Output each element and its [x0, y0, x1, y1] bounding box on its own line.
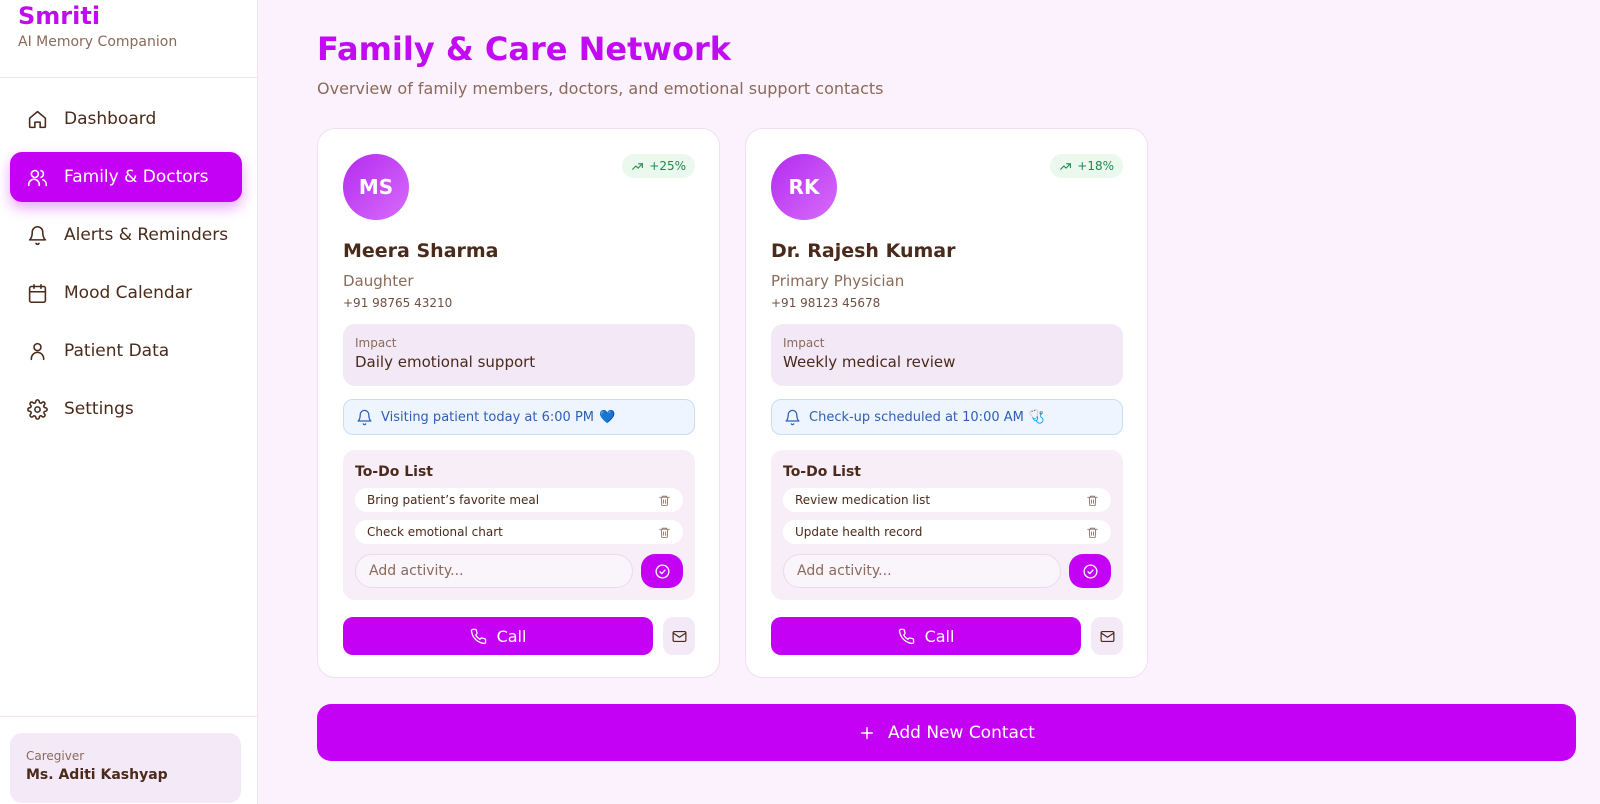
impact-value: Weekly medical review	[783, 353, 956, 371]
sidebar: Smriti AI Memory Companion Dashboard Fam…	[0, 0, 258, 804]
sidebar-item-label: Alerts & Reminders	[64, 225, 229, 245]
call-button[interactable]: Call	[343, 617, 653, 655]
trend-value: +25%	[649, 159, 686, 173]
todo-text: Check emotional chart	[367, 525, 503, 539]
todo-text: Bring patient’s favorite meal	[367, 493, 540, 507]
reminder-notice: Check-up scheduled at 10:00 AM 🩺	[771, 399, 1123, 435]
add-activity-input[interactable]	[355, 554, 633, 588]
sidebar-item-mood-calendar[interactable]: Mood Calendar	[10, 268, 242, 318]
todo-item: Bring patient’s favorite meal	[355, 488, 683, 512]
todo-item: Review medication list	[783, 488, 1111, 512]
todo-item: Check emotional chart	[355, 520, 683, 544]
brand: Smriti AI Memory Companion	[18, 2, 177, 50]
todo-list: To-Do List Review medication list Update…	[771, 450, 1123, 600]
contact-role: Daughter	[343, 272, 414, 290]
brand-subtitle: AI Memory Companion	[18, 34, 178, 50]
stethoscope-emoji: 🩺	[1028, 409, 1046, 425]
phone-icon	[470, 628, 486, 644]
check-circle-icon	[654, 563, 670, 579]
sidebar-item-label: Dashboard	[64, 109, 157, 129]
impact-label: Impact	[355, 336, 397, 350]
check-circle-icon	[1082, 563, 1098, 579]
plus-icon	[861, 726, 874, 739]
sidebar-item-label: Mood Calendar	[64, 283, 193, 303]
divider	[0, 716, 258, 717]
trash-icon[interactable]	[658, 526, 671, 539]
notice-text: Check-up scheduled at 10:00 AM	[809, 409, 1024, 425]
email-button[interactable]	[663, 617, 695, 655]
impact-label: Impact	[783, 336, 825, 350]
mail-icon	[672, 630, 686, 642]
caregiver-name: Ms. Aditi Kashyap	[26, 767, 168, 783]
caregiver-card: Caregiver Ms. Aditi Kashyap	[10, 733, 241, 803]
bell-icon	[357, 409, 372, 425]
user-icon	[26, 340, 48, 362]
add-activity-input[interactable]	[783, 554, 1061, 588]
sidebar-item-label: Settings	[64, 399, 134, 419]
contact-phone: +91 98765 43210	[343, 296, 453, 310]
bell-icon	[26, 224, 48, 246]
impact-box: Impact Daily emotional support	[343, 324, 695, 386]
sidebar-item-dashboard[interactable]: Dashboard	[10, 94, 242, 144]
add-new-contact-label: Add New Contact	[888, 722, 1035, 743]
divider	[0, 77, 258, 78]
contact-role: Primary Physician	[771, 272, 905, 290]
todo-list: To-Do List Bring patient’s favorite meal…	[343, 450, 695, 600]
impact-value: Daily emotional support	[355, 353, 536, 371]
avatar: RK	[771, 154, 837, 220]
contact-card: MS +25% Meera Sharma Daughter +91 98765 …	[317, 128, 720, 678]
sidebar-item-patient-data[interactable]: Patient Data	[10, 326, 242, 376]
sidebar-item-family-doctors[interactable]: Family & Doctors	[10, 152, 242, 202]
trash-icon[interactable]	[1086, 494, 1099, 507]
add-activity-button[interactable]	[641, 554, 683, 588]
contact-phone: +91 98123 45678	[771, 296, 881, 310]
home-icon	[26, 108, 48, 130]
todo-text: Review medication list	[795, 493, 931, 507]
trend-badge: +18%	[1050, 154, 1123, 178]
contact-card: RK +18% Dr. Rajesh Kumar Primary Physici…	[745, 128, 1148, 678]
trend-value: +18%	[1077, 159, 1114, 173]
add-activity-button[interactable]	[1069, 554, 1111, 588]
add-activity-row	[783, 554, 1111, 588]
trending-up-icon	[632, 162, 644, 170]
caregiver-label: Caregiver	[26, 749, 85, 763]
email-button[interactable]	[1091, 617, 1123, 655]
trend-badge: +25%	[622, 154, 695, 178]
notice-text: Visiting patient today at 6:00 PM	[381, 409, 595, 425]
sidebar-nav: Dashboard Family & Doctors Alerts & Remi…	[10, 94, 242, 442]
todo-text: Update health record	[795, 525, 923, 539]
trending-up-icon	[1060, 162, 1072, 170]
call-button[interactable]: Call	[771, 617, 1081, 655]
impact-box: Impact Weekly medical review	[771, 324, 1123, 386]
reminder-notice: Visiting patient today at 6:00 PM 💙	[343, 399, 695, 435]
users-icon	[26, 166, 48, 188]
trash-icon[interactable]	[1086, 526, 1099, 539]
contact-name: Dr. Rajesh Kumar	[771, 240, 956, 262]
call-label: Call	[924, 626, 955, 646]
add-activity-row	[355, 554, 683, 588]
add-new-contact-button[interactable]: Add New Contact	[317, 704, 1576, 761]
trash-icon[interactable]	[658, 494, 671, 507]
sidebar-item-alerts-reminders[interactable]: Alerts & Reminders	[10, 210, 242, 260]
bell-icon	[785, 409, 800, 425]
blue-heart-emoji: 💙	[599, 409, 616, 425]
todo-title: To-Do List	[783, 464, 861, 480]
page-subtitle: Overview of family members, doctors, and…	[317, 79, 884, 98]
page-title: Family & Care Network	[317, 30, 731, 68]
mail-icon	[1100, 630, 1114, 642]
brand-name: Smriti	[18, 2, 101, 30]
todo-item: Update health record	[783, 520, 1111, 544]
contact-name: Meera Sharma	[343, 240, 499, 262]
todo-title: To-Do List	[355, 464, 433, 480]
phone-icon	[898, 628, 914, 644]
calendar-icon	[26, 282, 48, 304]
gear-icon	[26, 398, 48, 420]
avatar: MS	[343, 154, 409, 220]
sidebar-item-settings[interactable]: Settings	[10, 384, 242, 434]
sidebar-item-label: Family & Doctors	[64, 167, 209, 187]
sidebar-item-label: Patient Data	[64, 341, 170, 361]
call-label: Call	[496, 626, 527, 646]
